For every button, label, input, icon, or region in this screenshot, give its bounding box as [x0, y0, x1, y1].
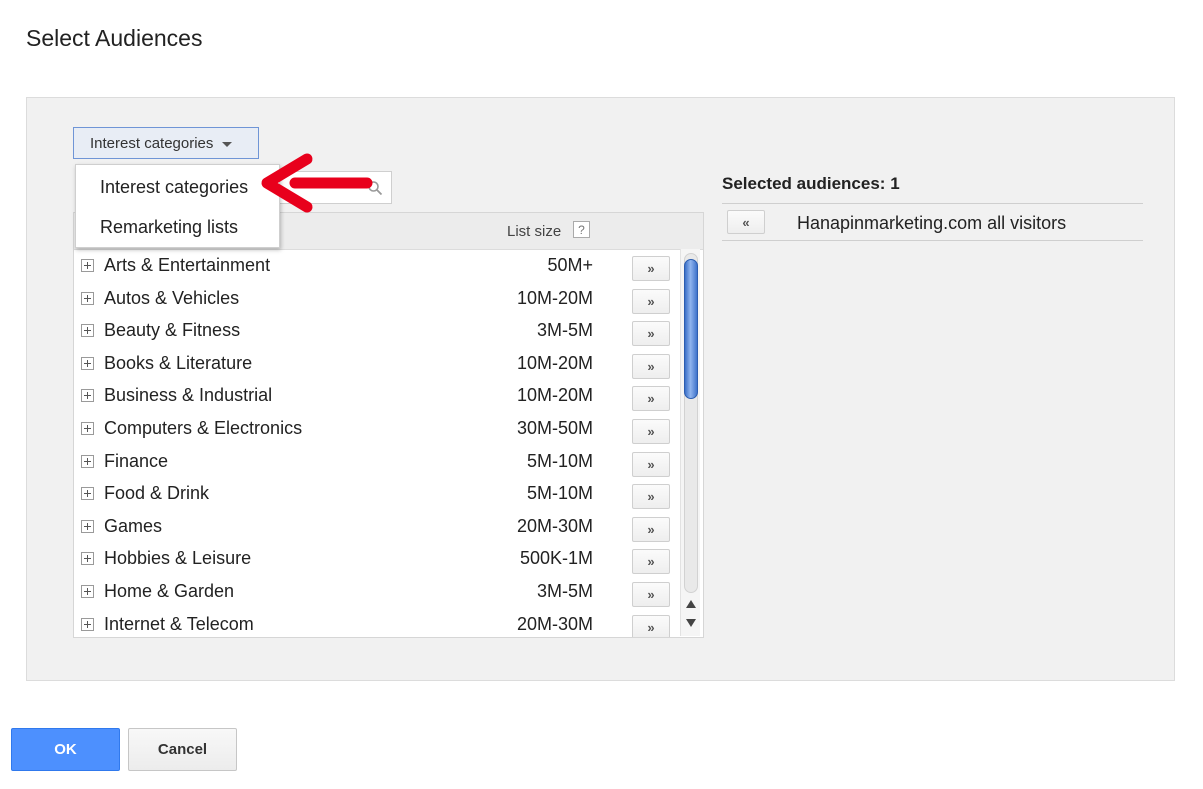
category-name: Finance: [104, 450, 169, 471]
scroll-thumb[interactable]: [684, 259, 698, 399]
add-audience-button[interactable]: »: [632, 321, 670, 347]
category-name: Home & Garden: [104, 580, 235, 601]
expand-plus-icon[interactable]: [81, 519, 94, 533]
scroll-up-icon[interactable]: [686, 600, 696, 608]
list-row[interactable]: Home & Garden 3M-5M »: [74, 576, 679, 609]
category-name: Business & Industrial: [104, 385, 273, 406]
list-rows: Arts & Entertainment 50M+» Autos & Vehicle…: [74, 250, 679, 637]
add-audience-button[interactable]: »: [632, 353, 670, 379]
list-row[interactable]: Autos & Vehicles 10M-20M »: [74, 283, 679, 316]
category-list-size: 5M-10M: [526, 450, 593, 471]
interest-category-list: List size ? Arts & Entertainment 50M+» Aut…: [73, 212, 704, 638]
add-audience-button[interactable]: »: [632, 451, 670, 477]
list-row[interactable]: Games 20M-30M »: [74, 511, 679, 544]
list-scrollbar[interactable]: [680, 249, 700, 636]
list-size-header: List size: [507, 223, 562, 240]
expand-plus-icon[interactable]: [81, 584, 94, 598]
category-list-size: 10M-20M: [516, 287, 593, 308]
menu-item-remarketing-lists[interactable]: Remarketing lists: [100, 217, 238, 238]
category-name: Games: [104, 515, 163, 536]
remove-audience-button[interactable]: «: [727, 210, 765, 234]
selected-audiences-count: 1: [890, 174, 900, 193]
expand-plus-icon[interactable]: [81, 356, 94, 370]
list-row[interactable]: Beauty & Fitness 3M-5M »: [74, 315, 679, 348]
expand-plus-icon[interactable]: [81, 389, 94, 403]
audience-type-label: Interest categories: [90, 134, 214, 152]
category-list-size: 20M-30M: [516, 515, 593, 536]
expand-plus-icon[interactable]: [81, 324, 94, 338]
category-name: Computers & Electronics: [104, 417, 303, 438]
dialog-title: Select Audiences: [26, 25, 203, 51]
add-audience-button[interactable]: »: [632, 581, 670, 607]
expand-plus-icon[interactable]: [81, 291, 94, 305]
list-row[interactable]: Finance 5M-10M »: [74, 446, 679, 479]
add-audience-button[interactable]: »: [632, 418, 670, 444]
chevron-down-icon: [222, 141, 233, 147]
category-list-size: 5M-10M: [526, 483, 593, 504]
category-list-size: 50M+: [547, 255, 593, 275]
add-audience-button[interactable]: »: [632, 386, 670, 412]
category-name: Arts & Entertainment: [104, 255, 271, 275]
cancel-button[interactable]: Cancel: [128, 728, 237, 771]
expand-plus-icon[interactable]: [81, 259, 94, 272]
audience-type-menu: Interest categories Remarketing lists: [75, 164, 280, 248]
list-row[interactable]: Hobbies & Leisure 500K-1M »: [74, 543, 679, 576]
help-icon[interactable]: ?: [573, 221, 590, 238]
category-list-size: 30M-50M: [516, 417, 593, 438]
add-audience-button[interactable]: »: [632, 288, 670, 314]
expand-plus-icon[interactable]: [81, 454, 94, 468]
category-list-size: 500K-1M: [519, 548, 593, 569]
list-row[interactable]: Arts & Entertainment 50M+ »: [74, 250, 679, 283]
selected-audience-name: Hanapinmarketing.com all visitors: [797, 213, 1067, 233]
scroll-down-icon[interactable]: [686, 619, 696, 627]
add-audience-button[interactable]: »: [632, 484, 670, 510]
selected-audiences-header: Selected audiences: 1: [722, 174, 900, 194]
list-row[interactable]: Books & Literature 10M-20M »: [74, 348, 679, 381]
category-list-size: 3M-5M: [536, 320, 593, 341]
list-row[interactable]: Internet & Telecom 20M-30M »: [74, 609, 679, 637]
add-audience-button[interactable]: »: [632, 516, 670, 542]
category-name: Hobbies & Leisure: [104, 548, 252, 569]
expand-plus-icon[interactable]: [81, 617, 94, 631]
expand-plus-icon[interactable]: [81, 421, 94, 435]
category-name: Beauty & Fitness: [104, 320, 241, 341]
ok-button[interactable]: OK: [11, 728, 120, 771]
expand-plus-icon[interactable]: [81, 552, 94, 566]
category-list-size: 3M-5M: [536, 580, 593, 601]
category-name: Internet & Telecom: [104, 613, 254, 634]
expand-plus-icon[interactable]: [81, 487, 94, 501]
selected-audience-row: « Hanapinmarketing.com all visitors: [722, 203, 1143, 241]
category-list-size: 20M-30M: [516, 613, 593, 634]
selected-audiences-label: Selected audiences:: [722, 174, 886, 193]
category-name: Food & Drink: [104, 483, 210, 504]
add-audience-button[interactable]: »: [632, 614, 670, 637]
category-list-size: 10M-20M: [516, 385, 593, 406]
add-audience-button[interactable]: »: [632, 256, 670, 281]
list-row[interactable]: Business & Industrial 10M-20M »: [74, 380, 679, 413]
list-row[interactable]: Computers & Electronics 30M-50M »: [74, 413, 679, 446]
category-name: Autos & Vehicles: [104, 287, 240, 308]
category-name: Books & Literature: [104, 352, 253, 373]
audience-type-dropdown[interactable]: Interest categories: [73, 127, 259, 159]
list-row[interactable]: Food & Drink 5M-10M »: [74, 478, 679, 511]
menu-item-interest-categories[interactable]: Interest categories: [100, 177, 248, 198]
category-list-size: 10M-20M: [516, 352, 593, 373]
add-audience-button[interactable]: »: [632, 549, 670, 575]
annotation-arrow-icon: [261, 153, 373, 213]
